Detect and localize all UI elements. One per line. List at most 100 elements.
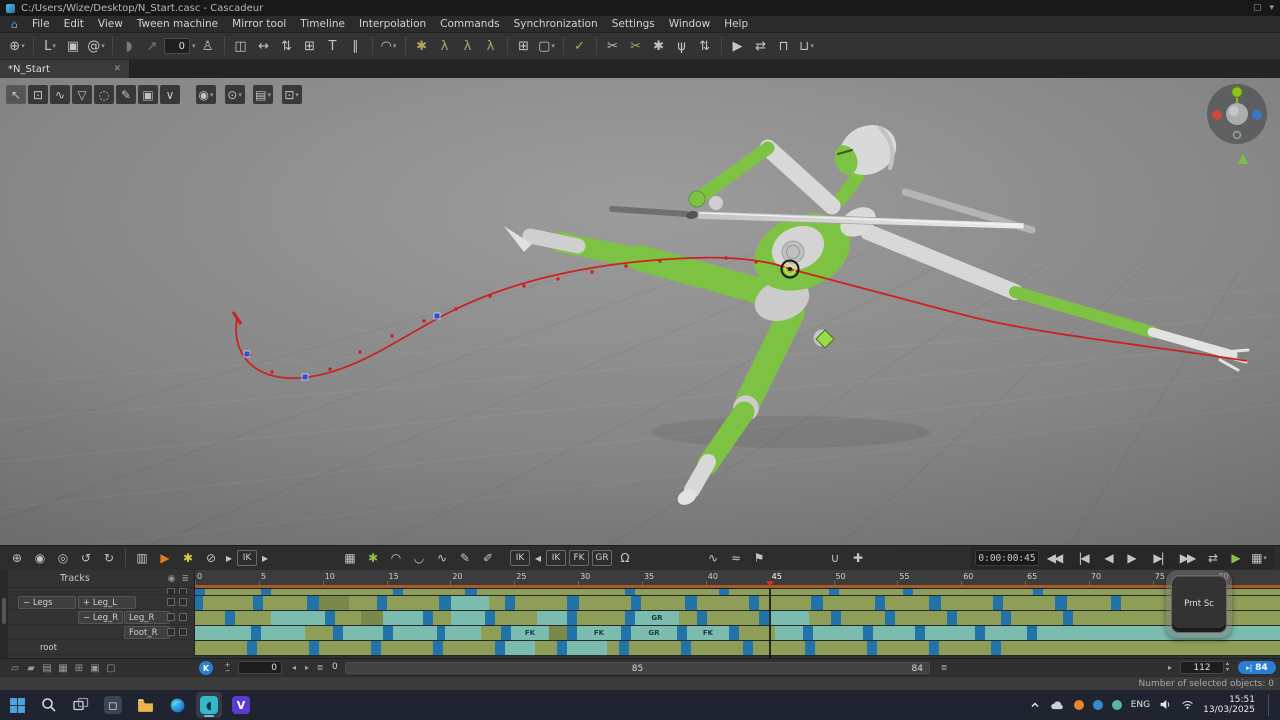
keyframe-segment[interactable]	[203, 596, 253, 610]
keyframe-segment[interactable]	[607, 641, 619, 655]
jump-to-frame-badge[interactable]: ▸| 84	[1238, 661, 1276, 674]
keyframe-segment[interactable]	[941, 596, 993, 610]
keyframe-segment[interactable]	[1011, 611, 1063, 625]
notification-bell[interactable]: Ω	[614, 548, 636, 568]
keyframe-segment[interactable]	[557, 641, 567, 655]
keyframe-segment[interactable]	[383, 611, 423, 625]
play-scene-button[interactable]: ▶	[1225, 548, 1247, 568]
keyframe-segment[interactable]	[319, 596, 349, 610]
clamp-bottom-button[interactable]: ⊔ ▾	[796, 35, 818, 57]
mesh-select-tool[interactable]: ▣	[138, 85, 158, 104]
gr-mode-button[interactable]: GR	[592, 550, 612, 566]
v-select-tool[interactable]: ∨	[160, 85, 180, 104]
menu-mirror-tool[interactable]: Mirror tool	[225, 16, 293, 33]
menu-edit[interactable]: Edit	[57, 16, 91, 33]
keyframe-segment[interactable]	[769, 611, 809, 625]
keyframe-segment[interactable]	[423, 611, 433, 625]
camera-mode-button[interactable]: ◉ ▾	[196, 85, 216, 104]
keyframe-row-1[interactable]	[195, 596, 1280, 611]
track-header-icon-1[interactable]: ≣	[181, 574, 189, 584]
tab-close-icon[interactable]: ✕	[113, 64, 121, 74]
track-cell-Leg_L[interactable]: + Leg_L	[78, 596, 136, 609]
keyframe-segment[interactable]	[485, 611, 495, 625]
gizmo-x-axis[interactable]	[1212, 110, 1222, 120]
camera-pan-button[interactable]: ▤ ▾	[253, 85, 274, 104]
keyframe-segment[interactable]	[729, 626, 739, 640]
keyframe-segment[interactable]	[759, 611, 769, 625]
keyframe-segment[interactable]	[403, 589, 465, 595]
flag-key-button[interactable]: ⚑	[748, 548, 770, 568]
file-explorer[interactable]	[132, 692, 158, 718]
timeline-tracks-area[interactable]: 05101520253035404550556065707580 GRFKFKG…	[195, 570, 1280, 658]
keyframe-segment[interactable]	[335, 611, 361, 625]
keyframe-segment[interactable]	[439, 596, 451, 610]
bake-forward-button[interactable]: ▶	[727, 35, 749, 57]
expand-left-group[interactable]: ▸	[223, 548, 235, 568]
physics-magnet-button[interactable]: ∪	[824, 548, 846, 568]
paint-select-tool[interactable]: ✎	[116, 85, 136, 104]
fk-mode-button[interactable]: FK	[569, 550, 589, 566]
keyframe-segment[interactable]	[1043, 589, 1280, 595]
interp-hold-button[interactable]: ◡	[408, 548, 430, 568]
keyframe-segment[interactable]	[1037, 626, 1280, 640]
keyframe-segment[interactable]	[535, 641, 557, 655]
keyframe-segment[interactable]	[349, 596, 377, 610]
track-cell-Leg_R[interactable]: − Leg_R	[78, 611, 124, 624]
keyframe-segment[interactable]	[567, 626, 577, 640]
camera-zoom-button[interactable]: ⊡ ▾	[281, 85, 302, 104]
keyframe-segment[interactable]	[957, 611, 1001, 625]
track-scrollbar[interactable]	[2, 598, 6, 624]
keyframe-segment[interactable]	[495, 641, 505, 655]
keyframe-segment[interactable]	[309, 641, 319, 655]
physics-add-button[interactable]: ✚	[847, 548, 869, 568]
keyframe-segment[interactable]	[697, 611, 707, 625]
dropdown-caret[interactable]: ▾	[192, 42, 196, 50]
keyframe-segment[interactable]	[195, 596, 203, 610]
keyframe-segment[interactable]	[619, 641, 629, 655]
tray-app-orange[interactable]	[1073, 700, 1084, 710]
retime-button[interactable]: ⇄	[750, 35, 772, 57]
ik-mode-button[interactable]: IK	[546, 550, 566, 566]
loop-button[interactable]: ⇄	[1202, 548, 1224, 568]
select-cursor-tool[interactable]: ↖	[6, 85, 26, 104]
layer-icon-5[interactable]: ▣	[88, 661, 102, 675]
keyframe-segment[interactable]	[465, 589, 477, 595]
keyframe-segment[interactable]	[885, 611, 895, 625]
keyframe-segment[interactable]	[621, 626, 631, 640]
track-header-icon-0[interactable]: ◉	[168, 574, 176, 584]
keyframe-segment[interactable]	[719, 589, 729, 595]
layer-icon-1[interactable]: ▰	[24, 661, 38, 675]
track-checkbox[interactable]	[167, 613, 175, 621]
clamp-top-button[interactable]: ⊓	[773, 35, 795, 57]
interp-spline-button[interactable]: ∿	[431, 548, 453, 568]
keyframe-segment[interactable]	[839, 589, 903, 595]
keyframe-segment[interactable]	[195, 626, 251, 640]
tray-app-blue[interactable]	[1092, 700, 1103, 710]
vegas-app[interactable]: V	[228, 692, 254, 718]
menu-file[interactable]: File	[25, 16, 57, 33]
keyframe-segment[interactable]	[823, 596, 875, 610]
keyframe-segment[interactable]	[195, 611, 225, 625]
keyframe-segment[interactable]	[253, 596, 263, 610]
disable-button[interactable]: ⊘	[200, 548, 222, 568]
menu-help[interactable]: Help	[717, 16, 755, 33]
keyframe-segment[interactable]	[749, 596, 759, 610]
keyframe-segment[interactable]: GR	[631, 626, 677, 640]
keyframe-segment[interactable]	[505, 641, 535, 655]
keyframe-segment[interactable]	[381, 641, 433, 655]
keyframe-segment[interactable]	[975, 626, 985, 640]
edge-browser[interactable]	[164, 692, 190, 718]
keyframe-segment[interactable]	[489, 596, 505, 610]
keyframe-segment[interactable]	[1055, 596, 1067, 610]
track-cell-Legs[interactable]: − Legs	[18, 596, 76, 609]
menu-interpolation[interactable]: Interpolation	[352, 16, 433, 33]
keyframe-segment[interactable]	[985, 626, 1027, 640]
keyframe-segment[interactable]	[831, 611, 841, 625]
frame-selected-button[interactable]: ▢ ▾	[536, 35, 558, 57]
scale-tool[interactable]: ⊞	[299, 35, 321, 57]
network-icon[interactable]	[1181, 696, 1194, 715]
snap-tool[interactable]: @ ▾	[85, 35, 107, 57]
box-select-tool[interactable]: ⊡	[28, 85, 48, 104]
keyframe-segment[interactable]	[775, 626, 803, 640]
keyframe-rows[interactable]: GR FK FK GR FK	[195, 589, 1280, 656]
